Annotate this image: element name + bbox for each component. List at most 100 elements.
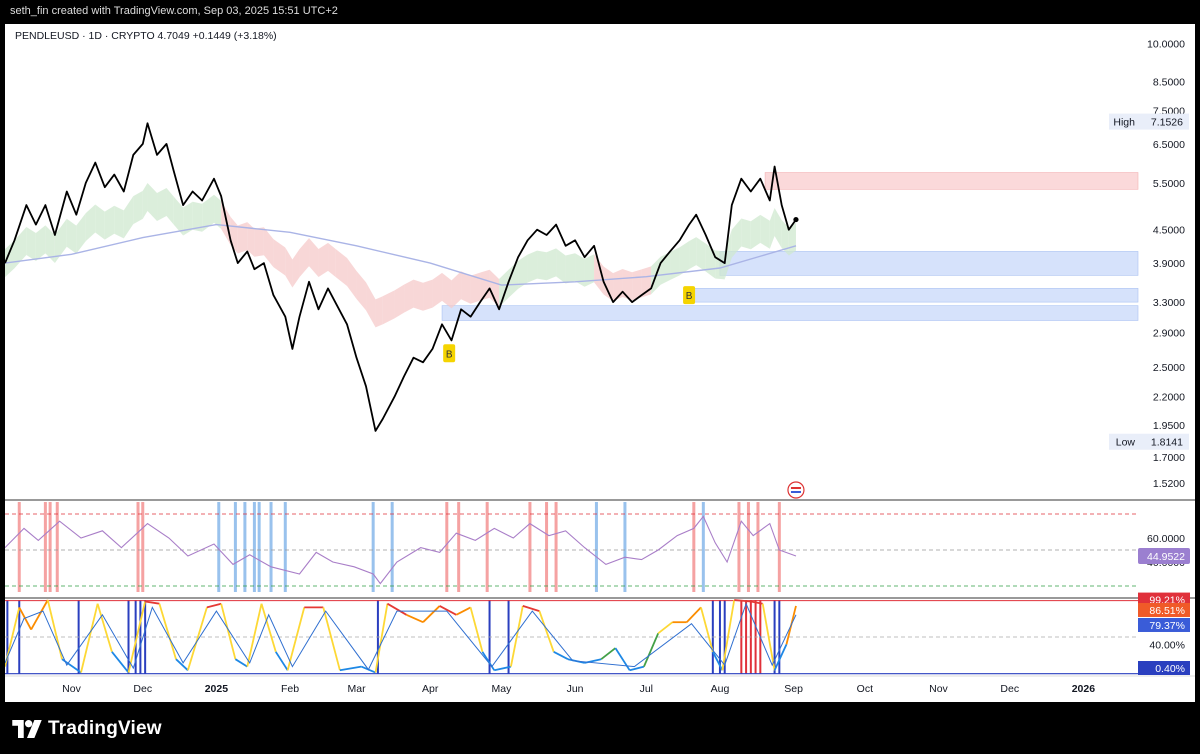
rsi-signal-bar bbox=[48, 502, 52, 592]
trend-cloud-segment bbox=[705, 243, 716, 279]
symbol-info: PENDLEUSD · 1D · CRYPTO 4.7049 +0.1449 (… bbox=[15, 30, 277, 42]
trend-cloud-segment bbox=[347, 258, 357, 299]
stoch-k-segment bbox=[339, 665, 362, 672]
stoch-tick-label: 40.00% bbox=[1149, 639, 1185, 651]
trend-cloud-segment bbox=[85, 204, 96, 242]
price-tick-label: 3.3000 bbox=[1153, 297, 1185, 309]
stoch-k-segment bbox=[246, 603, 263, 667]
stoch-k-segment bbox=[510, 605, 524, 667]
trend-cloud-segment bbox=[442, 272, 452, 309]
rsi-signal-bar bbox=[217, 502, 221, 592]
trend-cloud-segment bbox=[328, 242, 336, 277]
trend-cloud-segment bbox=[394, 284, 405, 319]
rsi-signal-bar bbox=[692, 502, 696, 592]
rsi-signal-bar bbox=[243, 502, 247, 592]
chart-area[interactable]: BB 10.0000 8.5000 7.5000 6.5000 5.5000 4.5000… bbox=[4, 24, 1195, 702]
trend-cloud-segment bbox=[104, 205, 115, 240]
trend-cloud-segment bbox=[769, 207, 775, 249]
supply-zone[interactable] bbox=[764, 172, 1139, 190]
trend-cloud-segment bbox=[26, 226, 36, 261]
stoch-k-segment bbox=[275, 651, 289, 671]
rsi-signal-bar bbox=[17, 502, 21, 592]
rsi-signal-bar bbox=[457, 502, 461, 592]
time-tick-label: Apr bbox=[422, 683, 439, 695]
price-line[interactable] bbox=[4, 122, 797, 432]
trend-cloud-segment bbox=[565, 253, 576, 284]
credit-text: seth_fin created with TradingView.com, S… bbox=[10, 5, 338, 17]
trend-cloud-segment bbox=[451, 271, 462, 309]
bottom-bar: TradingView bbox=[0, 702, 1200, 754]
brand[interactable]: TradingView bbox=[12, 718, 162, 740]
stoch-k-segment bbox=[386, 602, 407, 616]
time-tick-label: Dec bbox=[133, 683, 152, 695]
rsi-signal-bar bbox=[737, 502, 741, 592]
stoch-k-segment bbox=[158, 603, 177, 660]
time-tick-label: 2026 bbox=[1072, 683, 1096, 695]
trend-cloud-segment bbox=[670, 247, 680, 280]
stoch-value-label: 0.40% bbox=[1155, 663, 1185, 675]
flag-stripe-icon bbox=[790, 491, 801, 493]
top-bar: seth_fin created with TradingView.com, S… bbox=[0, 0, 1200, 24]
trend-cloud-segment bbox=[750, 214, 761, 250]
trend-cloud-segment bbox=[142, 183, 148, 219]
rsi-signal-bar bbox=[136, 502, 140, 592]
trend-cloud-segment bbox=[95, 204, 105, 240]
demand-zone[interactable] bbox=[719, 251, 1139, 276]
trend-cloud-segment bbox=[273, 239, 286, 276]
trend-cloud-segment bbox=[35, 225, 46, 261]
price-tick-label: 2.9000 bbox=[1153, 327, 1185, 339]
stoch-k-segment bbox=[206, 602, 222, 609]
low-value: 1.8141 bbox=[1151, 437, 1183, 449]
economic-event-icon[interactable] bbox=[787, 481, 805, 499]
trend-cloud-segment bbox=[556, 248, 566, 284]
demand-zone[interactable] bbox=[686, 288, 1139, 303]
rsi-signal-bar bbox=[594, 502, 598, 592]
chart-svg[interactable]: BB 10.00008.50007.50006.50005.50004.5000… bbox=[4, 24, 1195, 702]
rsi-signal-bar bbox=[233, 502, 237, 592]
tradingview-logo-icon bbox=[12, 720, 42, 738]
trend-cloud-segment bbox=[254, 227, 264, 257]
stoch-k-segment bbox=[522, 605, 540, 612]
stoch-k-segment bbox=[455, 606, 471, 616]
rsi-signal-bar bbox=[756, 502, 760, 592]
trend-cloud-segment bbox=[263, 227, 274, 268]
trend-cloud-segment bbox=[157, 188, 167, 222]
time-tick-label: Aug bbox=[711, 683, 730, 695]
stoch-k-segment bbox=[469, 607, 484, 653]
trend-cloud-segment bbox=[489, 269, 500, 308]
time-tick-label: Nov bbox=[62, 683, 81, 695]
trend-cloud-segment bbox=[715, 250, 725, 280]
price-tick-label: 1.9500 bbox=[1153, 420, 1185, 432]
rsi-signal-bar bbox=[283, 502, 287, 592]
stoch-k-segment bbox=[481, 651, 496, 671]
rsi-signal-bar bbox=[545, 502, 549, 592]
trend-cloud-segment bbox=[461, 271, 471, 304]
high-label: High bbox=[1113, 117, 1135, 129]
price-tick-label: 3.9000 bbox=[1153, 258, 1185, 270]
rsi-signal-bar bbox=[141, 502, 145, 592]
rsi-signal-bar bbox=[371, 502, 375, 592]
stoch-k-segment bbox=[439, 605, 457, 616]
stoch-value-label: 86.51% bbox=[1149, 605, 1185, 617]
trend-cloud-segment bbox=[309, 238, 319, 277]
trend-cloud-segment bbox=[147, 183, 158, 222]
price-tick-label: 1.5200 bbox=[1153, 478, 1185, 490]
trend-cloud-segment bbox=[774, 207, 782, 249]
demand-zone[interactable] bbox=[441, 305, 1139, 321]
trend-cloud-segment bbox=[584, 254, 595, 287]
stoch-k-segment bbox=[600, 647, 616, 660]
rsi-signal-bar bbox=[623, 502, 627, 592]
rsi-signal-bar bbox=[55, 502, 59, 592]
trend-cloud-segment bbox=[214, 194, 222, 229]
trend-cloud-segment bbox=[432, 272, 443, 308]
high-value: 7.1526 bbox=[1151, 117, 1183, 129]
brand-name: TradingView bbox=[48, 718, 162, 739]
time-tick-label: Sep bbox=[784, 683, 803, 695]
stoch-signal-bar bbox=[745, 600, 748, 674]
time-tick-label: Jun bbox=[567, 683, 584, 695]
price-tick-label: 4.5000 bbox=[1153, 225, 1185, 237]
trend-cloud-segment bbox=[356, 270, 367, 311]
stoch-k-segment bbox=[80, 603, 99, 673]
trend-cloud-segment bbox=[285, 247, 293, 288]
trend-cloud-segment bbox=[114, 205, 124, 239]
